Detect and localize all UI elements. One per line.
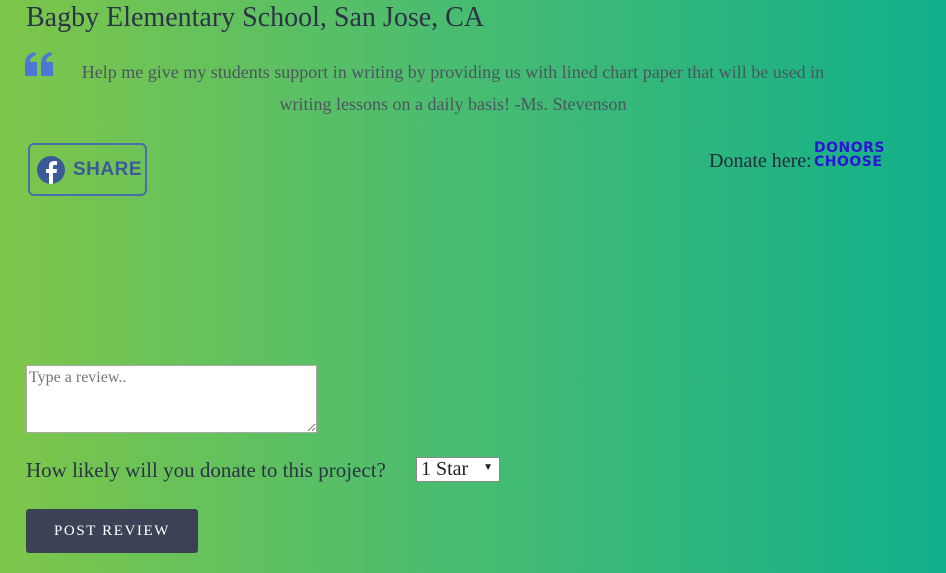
post-review-button[interactable]: POST REVIEW (26, 509, 198, 553)
share-label: SHARE (73, 158, 143, 180)
facebook-icon (37, 155, 65, 184)
donorschoose-logo-link[interactable]: DONORS CHOOSE (814, 141, 885, 169)
review-input[interactable] (26, 365, 317, 433)
donorschoose-logo-line1: DONORS (814, 140, 886, 156)
dropdown-arrow-icon: ▼ (483, 462, 493, 473)
star-rating-value: 1 Star (421, 458, 469, 480)
page-title: Bagby Elementary School, San Jose, CA (26, 2, 485, 33)
donate-likelihood-label: How likely will you donate to this proje… (26, 458, 386, 482)
donorschoose-logo-line2: CHOOSE (814, 154, 883, 170)
facebook-share-button[interactable]: SHARE (28, 143, 147, 196)
quote-icon (25, 52, 55, 78)
donate-label: Donate here: (709, 150, 812, 172)
star-rating-select[interactable]: 1 Star ▼ (416, 457, 500, 482)
project-quote: Help me give my students support in writ… (81, 62, 825, 114)
